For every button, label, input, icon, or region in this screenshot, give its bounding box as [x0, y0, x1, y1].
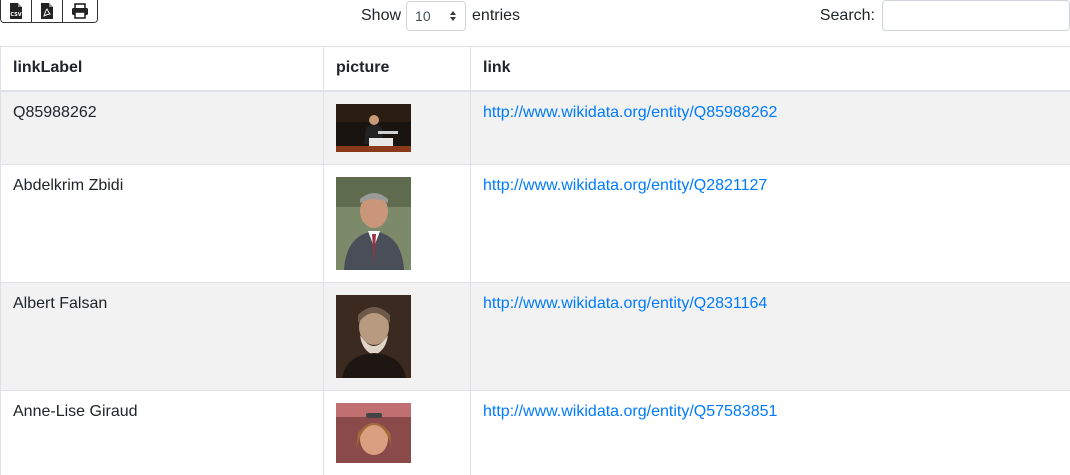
- row-picture-cell: [324, 91, 471, 165]
- table-header-row: linkLabel picture link: [1, 47, 1070, 91]
- entries-label: entries: [472, 7, 520, 25]
- row-link-cell: http://www.wikidata.org/entity/Q2831164: [471, 282, 1070, 390]
- show-label: Show: [361, 7, 401, 25]
- row-label: Anne-Lise Giraud: [1, 390, 324, 475]
- csv-file-icon: CSV: [9, 3, 23, 19]
- page-length-control: Show 10 entries: [361, 2, 520, 30]
- search-label: Search:: [820, 7, 875, 25]
- export-csv-button[interactable]: CSV: [1, 0, 32, 22]
- search-input[interactable]: [882, 0, 1070, 31]
- print-icon: [71, 3, 89, 19]
- search-control: Search:: [820, 0, 1070, 31]
- row-link[interactable]: http://www.wikidata.org/entity/Q2831164: [483, 295, 767, 312]
- row-link[interactable]: http://www.wikidata.org/entity/Q57583851: [483, 403, 777, 420]
- column-header-picture[interactable]: picture: [324, 47, 471, 91]
- page-length-value: 10: [415, 8, 431, 24]
- row-label: Abdelkrim Zbidi: [1, 164, 324, 282]
- export-pdf-button[interactable]: [32, 0, 63, 22]
- page-length-select[interactable]: 10: [406, 1, 466, 31]
- row-picture[interactable]: [336, 403, 411, 463]
- row-link-cell: http://www.wikidata.org/entity/Q85988262: [471, 91, 1070, 165]
- row-link-cell: http://www.wikidata.org/entity/Q2821127: [471, 164, 1070, 282]
- table-row: Albert Falsan http://www.wikidata.org/en…: [1, 282, 1070, 390]
- select-arrows-icon: [450, 10, 456, 22]
- pdf-file-icon: [40, 3, 54, 19]
- row-label: Q85988262: [1, 91, 324, 165]
- table-controls: CSV Show 10 entries: [0, 0, 1070, 46]
- row-link[interactable]: http://www.wikidata.org/entity/Q85988262: [483, 104, 777, 121]
- table-row: Abdelkrim Zbidi http://www.wikidata.org/…: [1, 164, 1070, 282]
- row-picture[interactable]: [336, 295, 411, 378]
- table-row: Anne-Lise Giraud http://www.wikidata.org…: [1, 390, 1070, 475]
- row-picture[interactable]: [336, 177, 411, 270]
- row-picture-cell: [324, 164, 471, 282]
- results-table: linkLabel picture link Q85988262 http://…: [0, 46, 1070, 475]
- row-picture-cell: [324, 390, 471, 475]
- row-link-cell: http://www.wikidata.org/entity/Q57583851: [471, 390, 1070, 475]
- row-picture[interactable]: [336, 104, 411, 152]
- column-header-link[interactable]: link: [471, 47, 1070, 91]
- table-row: Q85988262 http://www.wikidata.org/entity…: [1, 91, 1070, 165]
- row-link[interactable]: http://www.wikidata.org/entity/Q2821127: [483, 177, 767, 194]
- row-picture-cell: [324, 282, 471, 390]
- svg-text:CSV: CSV: [10, 12, 21, 18]
- row-label: Albert Falsan: [1, 282, 324, 390]
- column-header-linklabel[interactable]: linkLabel: [1, 47, 324, 91]
- print-button[interactable]: [63, 0, 97, 22]
- export-button-group: CSV: [0, 0, 98, 23]
